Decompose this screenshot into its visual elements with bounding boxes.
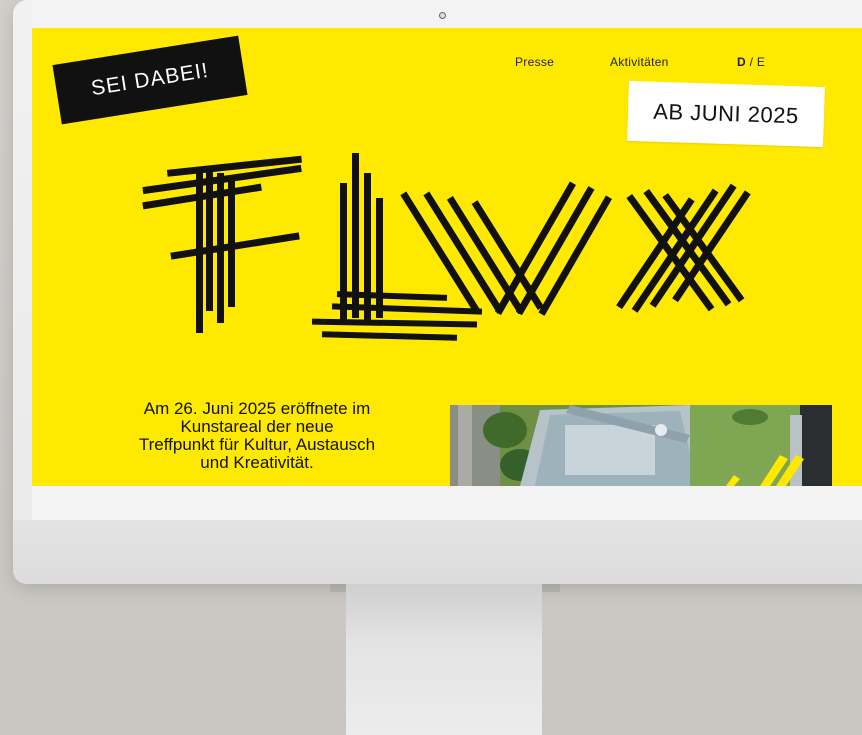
lang-option-en[interactable]: E	[757, 55, 765, 69]
logo-letter-f	[142, 155, 302, 333]
monitor-chin	[13, 520, 862, 584]
aerial-photo	[450, 405, 832, 486]
intro-line: Am 26. Juni 2025 eröffnete im	[143, 399, 371, 418]
intro-line: und Kreativität.	[200, 453, 314, 472]
website-screen: Presse Aktivitäten D / E SEI DABEI! AB J…	[32, 28, 862, 486]
intro-line: Kunstareal der neue	[180, 417, 334, 436]
join-sticker[interactable]: SEI DABEI!	[52, 35, 248, 125]
intro-line: Treffpunkt für Kultur, Austausch	[138, 435, 376, 454]
nav-link-aktivitaeten[interactable]: Aktivitäten	[610, 55, 669, 69]
camera-icon	[439, 12, 446, 19]
date-sticker: AB JUNI 2025	[627, 80, 825, 148]
nav-link-presse[interactable]: Presse	[515, 55, 554, 69]
flux-logo	[142, 153, 751, 341]
lang-separator: /	[745, 55, 757, 69]
intro-text: Am 26. Juni 2025 eröffnete im Kunstareal…	[77, 400, 437, 472]
lang-option-de[interactable]: D	[737, 55, 746, 69]
language-switcher: D / E	[737, 55, 765, 69]
logo-letter-x	[616, 183, 751, 313]
aerial-photo-image	[450, 405, 832, 486]
monitor-stand	[346, 584, 542, 735]
